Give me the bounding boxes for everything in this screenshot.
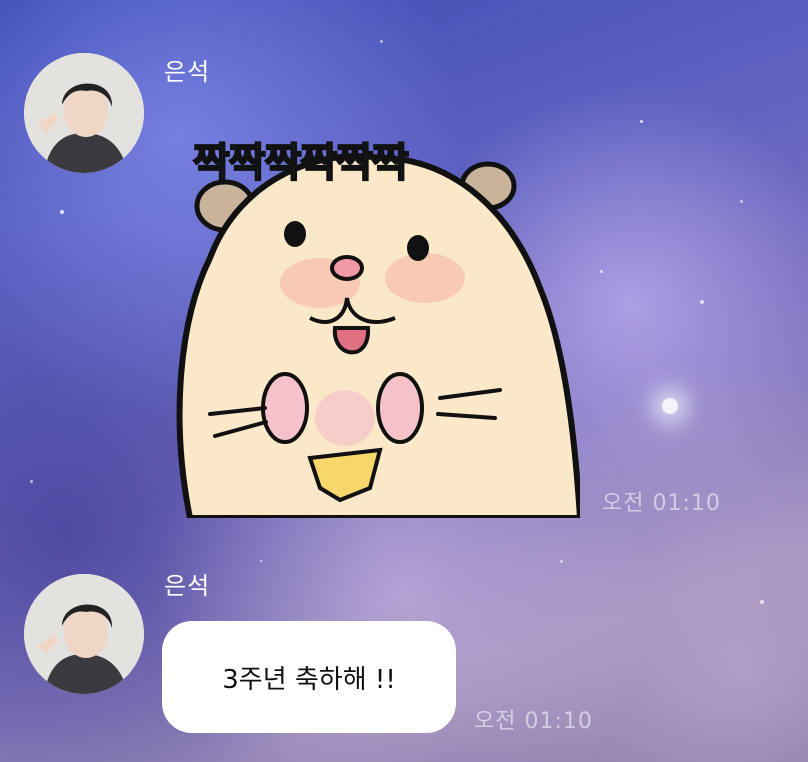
sender-name: 은석 — [164, 58, 211, 86]
avatar[interactable] — [24, 53, 144, 173]
message-time: 오전 01:10 — [474, 709, 593, 734]
message-text: 3주년 축하해 !! — [222, 664, 396, 695]
sticker-caption: 짝짝짝짝짝짝 — [192, 139, 410, 187]
sender-name: 은석 — [164, 572, 211, 600]
avatar[interactable] — [24, 574, 144, 694]
message-bubble[interactable]: 3주년 축하해 !! — [162, 621, 456, 733]
message-time: 오전 01:10 — [602, 491, 721, 516]
